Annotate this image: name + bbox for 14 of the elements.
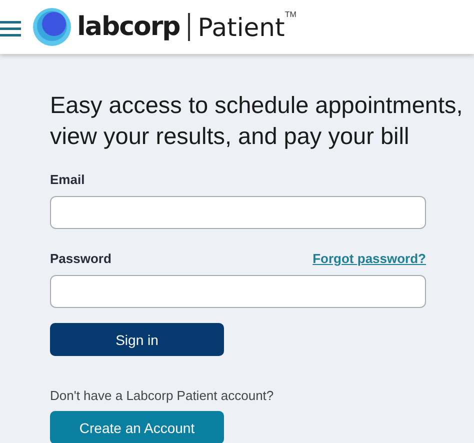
- email-field[interactable]: [50, 196, 426, 229]
- signup-prompt: Don't have a Labcorp Patient account?: [50, 388, 275, 403]
- password-label: Password: [50, 251, 112, 266]
- password-field[interactable]: [50, 275, 426, 308]
- create-account-button[interactable]: Create an Account: [50, 411, 224, 443]
- email-label: Email: [50, 172, 85, 187]
- page-heading: Easy access to schedule appointments, view your results, and pay your bill: [50, 91, 464, 151]
- logo-icon: [33, 8, 71, 46]
- trademark-mark: TM: [284, 10, 296, 19]
- menu-icon[interactable]: [0, 21, 21, 37]
- sign-in-button[interactable]: Sign in: [50, 323, 224, 356]
- brand-name: labcorp: [77, 12, 180, 42]
- product-name: Patient: [198, 12, 285, 42]
- forgot-password-link[interactable]: Forgot password?: [312, 251, 426, 266]
